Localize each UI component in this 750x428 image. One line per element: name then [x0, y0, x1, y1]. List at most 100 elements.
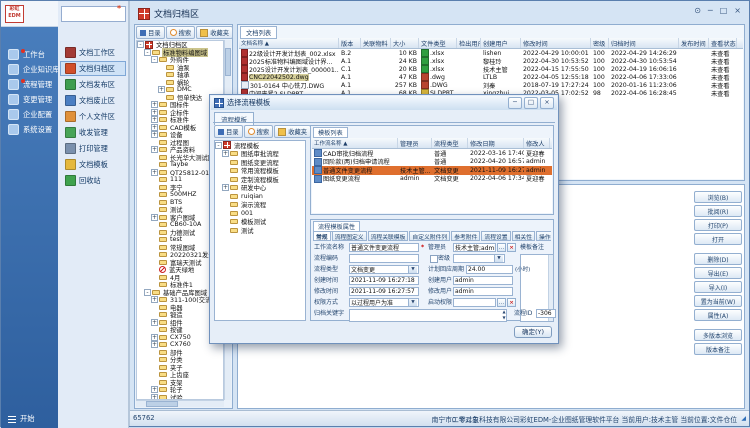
start-perm-browse-button[interactable]: …: [497, 298, 506, 307]
column-header-7[interactable]: 修改时间: [521, 38, 591, 48]
prop-tab-1[interactable]: 流程图定义: [332, 231, 367, 241]
expander-icon[interactable]: -: [151, 56, 158, 63]
ok-button[interactable]: 确定(Y): [514, 326, 552, 338]
flow-tree-node[interactable]: 001: [215, 209, 305, 218]
dialog-toolbar-favorites[interactable]: 收藏夹: [274, 125, 311, 138]
tree-horizontal-scrollbar[interactable]: [136, 400, 224, 407]
flow-tree-node[interactable]: 常用流程模板: [215, 167, 305, 176]
create-user-input[interactable]: admin: [453, 276, 513, 285]
archive-keyword-input[interactable]: [349, 309, 507, 322]
prop-tab-7[interactable]: 操作日志: [536, 231, 551, 241]
maximize-icon[interactable]: □: [720, 6, 728, 15]
version-remark-button[interactable]: 版本备注: [694, 343, 742, 355]
browse-button[interactable]: 浏览(B): [694, 191, 742, 203]
secret-checkbox[interactable]: [430, 255, 438, 263]
sidebar-item-enterprise-config[interactable]: 企业配置: [1, 107, 58, 122]
flow-tree-node[interactable]: +图纸审批流程: [215, 150, 305, 159]
sidebar-item-knowledge-base[interactable]: 企业知识库: [1, 62, 58, 77]
expander-icon[interactable]: -: [144, 289, 151, 296]
column-header-5[interactable]: 检出用户: [457, 38, 481, 48]
start-perm-input[interactable]: [453, 298, 496, 307]
start-button[interactable]: 开始: [1, 414, 65, 424]
settings-icon[interactable]: ⊙: [694, 6, 701, 15]
modify-user-input[interactable]: admin: [453, 287, 513, 296]
template-column-4[interactable]: 修改人: [524, 138, 550, 148]
close-icon[interactable]: ×: [734, 6, 741, 15]
multi-version-browse-button[interactable]: 多版本浏览: [694, 329, 742, 341]
tab-flow-template[interactable]: 流程模板: [214, 112, 254, 125]
tree-tab-catalog[interactable]: 目录: [136, 26, 165, 39]
expander-icon[interactable]: +: [151, 341, 158, 348]
column-header-4[interactable]: 文件类型: [419, 38, 457, 48]
expander-icon[interactable]: -: [215, 142, 222, 149]
dialog-minimize-icon[interactable]: ─: [508, 97, 522, 109]
table-row[interactable]: 2025设计开发计划表_000001...C.120 KB.xlsx技术主管20…: [239, 65, 743, 73]
create-time-input[interactable]: 2021-11-09 16:27:18: [349, 276, 419, 285]
archive-tree-node[interactable]: 蜗轮: [137, 79, 223, 87]
set-current-button[interactable]: 置为当前(W): [694, 295, 742, 307]
flow-tree-node[interactable]: +研发中心: [215, 184, 305, 193]
dialog-close-icon[interactable]: ×: [540, 97, 554, 109]
column-header-0[interactable]: 文档名称 ▲: [239, 38, 339, 48]
flow-id-input[interactable]: -306: [536, 309, 556, 318]
flow-tree-node[interactable]: 测试: [215, 226, 305, 235]
column-header-10[interactable]: 发布时间: [679, 38, 709, 48]
open-button[interactable]: 打开: [694, 233, 742, 245]
template-row[interactable]: 回阶款(两)归档申请流程普通2022-04-20 16:57:31admin: [312, 158, 552, 167]
expander-icon[interactable]: +: [151, 116, 158, 123]
dialog-titlebar[interactable]: 选择流程模板 ─□×: [211, 96, 557, 110]
template-row[interactable]: CAD审批归档流程普通2022-03-16 17:40:23夏迎春: [312, 149, 552, 158]
delete-button[interactable]: 删除(D): [694, 253, 742, 265]
expander-icon[interactable]: -: [144, 49, 151, 56]
export-button[interactable]: 导出(E): [694, 267, 742, 279]
column-header-11[interactable]: 查看状态: [709, 38, 737, 48]
template-row[interactable]: 图纸变更流程admin文档变更2022-04-06 17:34:36夏迎春: [312, 175, 552, 184]
expander-icon[interactable]: +: [151, 319, 158, 326]
expander-icon[interactable]: +: [151, 169, 158, 176]
flow-code-input[interactable]: [349, 254, 419, 263]
nav-item-doc-obsolete[interactable]: 文档废止区: [60, 93, 126, 108]
template-column-2[interactable]: 流程类型: [432, 138, 468, 148]
column-header-3[interactable]: 大小: [391, 38, 419, 48]
expander-icon[interactable]: +: [151, 109, 158, 116]
template-column-0[interactable]: 工作流名称 ▲: [312, 138, 398, 148]
expander-icon[interactable]: +: [158, 86, 165, 93]
flow-tree-node[interactable]: ruiqian: [215, 192, 305, 201]
flow-tree-node[interactable]: -流程模板: [215, 141, 305, 150]
dialog-maximize-icon[interactable]: □: [524, 97, 538, 109]
print-button[interactable]: 打印(P): [694, 219, 742, 231]
template-column-3[interactable]: 修改日期: [468, 138, 524, 148]
nav-item-print-mgmt[interactable]: 打印管理: [60, 141, 126, 156]
tree-tab-favorites[interactable]: 收藏夹: [196, 26, 233, 39]
sidebar-item-process-mgmt[interactable]: 流程管理: [1, 77, 58, 92]
expander-icon[interactable]: +: [222, 184, 229, 191]
dialog-toolbar-search[interactable]: 搜索: [244, 125, 274, 138]
flow-tree-node[interactable]: 定制流程模板: [215, 175, 305, 184]
tree-tab-search[interactable]: 搜索: [166, 26, 196, 39]
prop-tab-6[interactable]: 相关性: [512, 231, 535, 241]
column-header-8[interactable]: 密级: [591, 38, 609, 48]
import-button[interactable]: 导入(I): [694, 281, 742, 293]
column-header-1[interactable]: 版本: [339, 38, 361, 48]
secret-input[interactable]: ▼: [453, 254, 505, 263]
flow-type-select[interactable]: 文档变更 ▼: [349, 265, 419, 274]
nav-item-doc-publish[interactable]: 文档发布区: [60, 77, 126, 92]
perm-mode-dropdown-icon[interactable]: ▼: [408, 299, 417, 306]
nav-item-doc-workspace[interactable]: 文档工作区: [60, 45, 126, 60]
manager-input[interactable]: 技术主管;admin: [453, 243, 496, 252]
modify-time-input[interactable]: 2021-11-09 16:27:57: [349, 287, 419, 296]
expander-icon[interactable]: +: [222, 150, 229, 157]
tab-document-list[interactable]: 文档列表: [240, 26, 277, 39]
nav-item-personal-files[interactable]: 个人文件区: [60, 109, 126, 124]
plan-period-input[interactable]: 24.00: [466, 265, 513, 274]
sidebar-item-change-mgmt[interactable]: 变更管理: [1, 92, 58, 107]
expander-icon[interactable]: +: [151, 146, 158, 153]
expander-icon[interactable]: -: [137, 41, 144, 48]
minimize-icon[interactable]: ─: [708, 6, 713, 15]
expander-icon[interactable]: +: [151, 214, 158, 221]
template-row[interactable]: 普通文件变更流程技术主管...文档变更2021-11-09 16:27:57ad…: [312, 166, 552, 175]
expander-icon[interactable]: +: [151, 386, 158, 393]
column-header-9[interactable]: 归档时间: [609, 38, 679, 48]
prop-tab-3[interactable]: 自定义附件列: [409, 231, 450, 241]
flow-tree-node[interactable]: 图纸变更流程: [215, 158, 305, 167]
